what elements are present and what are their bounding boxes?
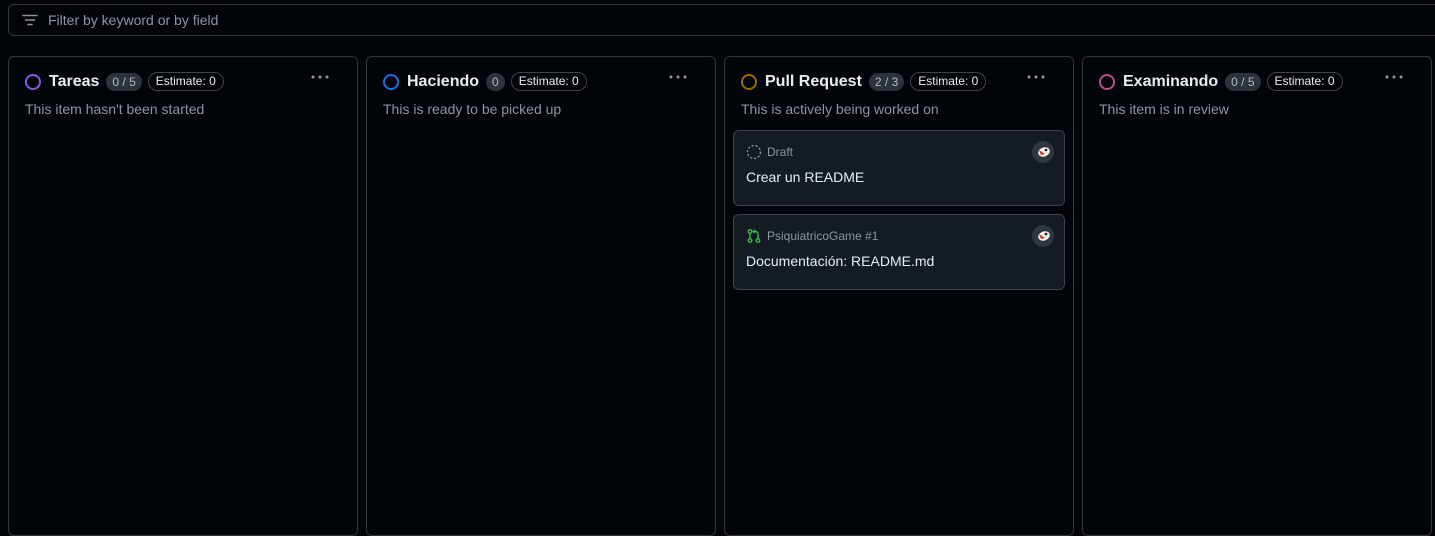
item-count-badge: 2 / 3	[868, 72, 905, 91]
column-header: Examinando 0 / 5 Estimate: 0	[1099, 72, 1343, 91]
estimate-badge: Estimate: 0	[1266, 72, 1343, 91]
avatar[interactable]	[1032, 141, 1054, 163]
column-header: Haciendo 0 Estimate: 0	[383, 72, 587, 91]
draft-circle-icon	[746, 144, 762, 160]
column-title: Pull Request	[765, 72, 862, 90]
filter-bar[interactable]	[8, 4, 1435, 36]
estimate-badge: Estimate: 0	[510, 72, 587, 91]
column-header: Pull Request 2 / 3 Estimate: 0	[741, 72, 987, 91]
status-circle-icon	[383, 73, 399, 90]
item-count-badge: 0	[486, 72, 505, 91]
column-title: Haciendo	[407, 72, 480, 90]
column-description: This is ready to be picked up	[383, 101, 562, 117]
column-tareas: Tareas 0 / 5 Estimate: 0 This item hasn'…	[8, 56, 358, 536]
kebab-horizontal-icon	[1027, 75, 1045, 79]
avatar[interactable]	[1032, 225, 1054, 247]
column-options-button[interactable]	[667, 67, 689, 87]
kebab-horizontal-icon	[311, 75, 329, 79]
status-circle-icon	[741, 73, 757, 90]
card-meta: Draft	[746, 144, 793, 160]
column-description: This is actively being worked on	[741, 101, 939, 117]
item-count-badge: 0 / 5	[106, 72, 142, 91]
card-meta-text[interactable]: PsiquiatricoGame #1	[767, 229, 878, 243]
estimate-badge: Estimate: 0	[147, 72, 224, 91]
column-examinando: Examinando 0 / 5 Estimate: 0 This item i…	[1082, 56, 1432, 536]
kebab-horizontal-icon	[1385, 75, 1403, 79]
card-title[interactable]: Crear un README	[746, 169, 864, 185]
filter-input[interactable]	[46, 11, 650, 29]
column-title: Tareas	[49, 72, 100, 90]
column-title: Examinando	[1123, 72, 1219, 90]
status-circle-icon	[1099, 73, 1115, 90]
column-options-button[interactable]	[1025, 67, 1047, 87]
column-options-button[interactable]	[309, 67, 331, 87]
item-card[interactable]: Draft Crear un README	[733, 130, 1065, 206]
column-description: This item is in review	[1099, 101, 1229, 117]
card-meta: PsiquiatricoGame #1	[746, 228, 878, 244]
kebab-horizontal-icon	[669, 75, 687, 79]
pull-request-icon	[747, 229, 761, 243]
column-header: Tareas 0 / 5 Estimate: 0	[25, 72, 224, 91]
column-options-button[interactable]	[1383, 67, 1405, 87]
column-haciendo: Haciendo 0 Estimate: 0 This is ready to …	[366, 56, 716, 536]
card-meta-text: Draft	[767, 145, 794, 159]
item-card[interactable]: PsiquiatricoGame #1 Documentación: READM…	[733, 214, 1065, 290]
column-description: This item hasn't been started	[25, 101, 205, 117]
status-circle-icon	[25, 73, 41, 90]
column-pull-request: Pull Request 2 / 3 Estimate: 0 This is a…	[724, 56, 1074, 536]
estimate-badge: Estimate: 0	[910, 72, 987, 91]
item-count-badge: 0 / 5	[1225, 72, 1261, 91]
card-title[interactable]: Documentación: README.md	[746, 253, 934, 269]
filter-icon	[22, 12, 38, 28]
